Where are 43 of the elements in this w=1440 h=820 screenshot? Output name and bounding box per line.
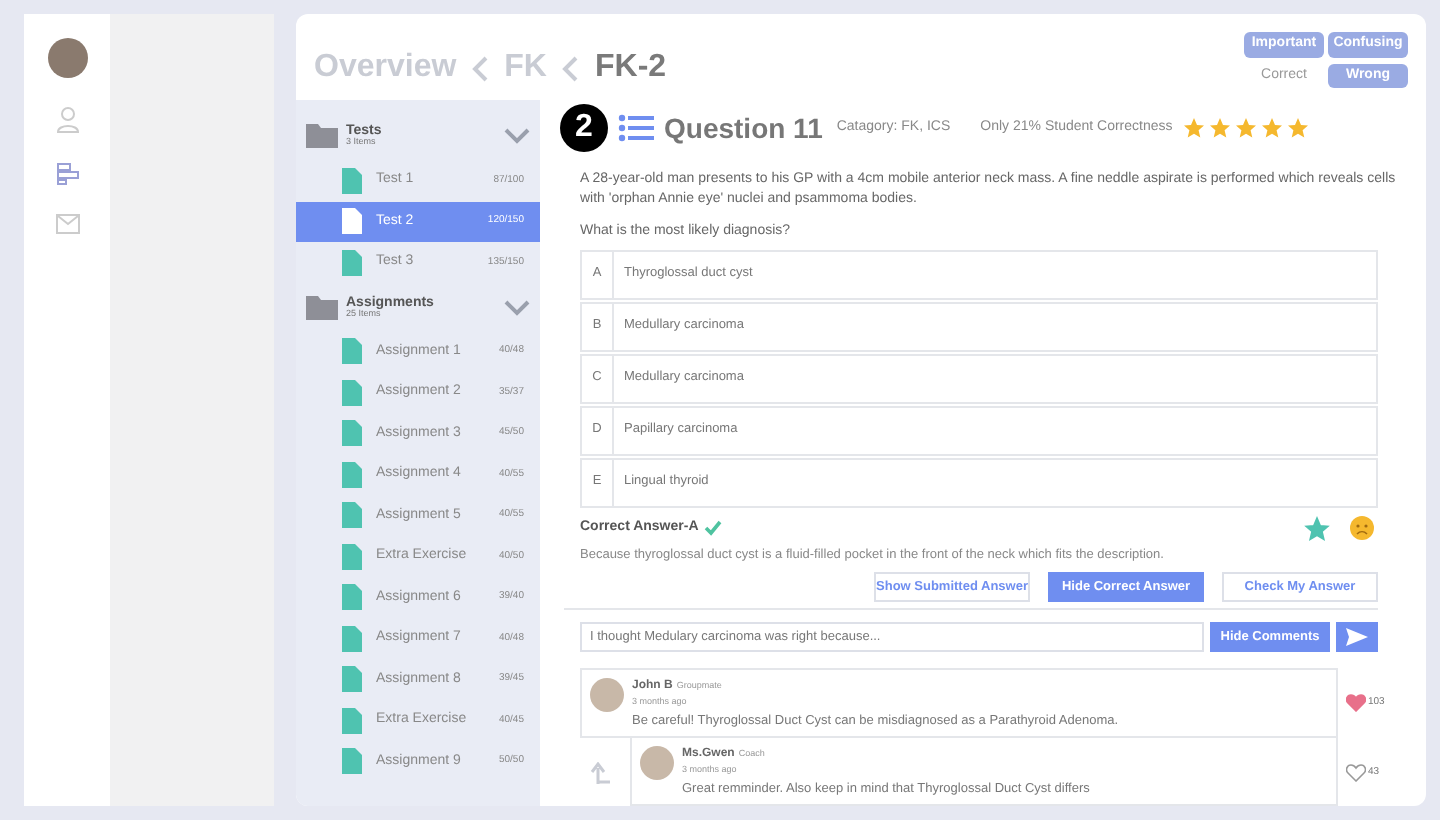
check-icon bbox=[704, 520, 723, 536]
document-icon bbox=[342, 707, 362, 734]
star-icon bbox=[1182, 116, 1207, 140]
document-icon bbox=[342, 543, 362, 570]
chevron-icon[interactable] bbox=[504, 299, 530, 315]
heart-icon[interactable] bbox=[1346, 694, 1366, 713]
sad-face-icon[interactable] bbox=[1350, 516, 1374, 540]
breadcrumb-link[interactable]: FK-2 bbox=[594, 44, 667, 92]
question-title: Question 11 bbox=[664, 109, 823, 148]
chevron-left-icon bbox=[472, 55, 489, 81]
document-icon bbox=[342, 584, 362, 611]
document-icon bbox=[342, 249, 362, 276]
document-icon bbox=[342, 167, 362, 194]
document-icon bbox=[342, 208, 362, 235]
document-icon bbox=[342, 379, 362, 406]
chart-icon[interactable] bbox=[55, 162, 79, 186]
reply-arrow-icon bbox=[590, 761, 610, 784]
send-button[interactable] bbox=[1336, 622, 1378, 653]
person-icon[interactable] bbox=[55, 106, 79, 134]
avatar[interactable] bbox=[47, 38, 87, 78]
list-icon bbox=[618, 114, 654, 142]
document-icon bbox=[342, 666, 362, 693]
step-number-badge: 2 bbox=[560, 104, 608, 152]
star-icon bbox=[1208, 116, 1233, 140]
avatar bbox=[590, 678, 624, 713]
chevron-left-icon bbox=[562, 55, 579, 81]
document-icon bbox=[342, 338, 362, 365]
favorite-star-icon[interactable] bbox=[1304, 515, 1330, 541]
document-icon bbox=[342, 502, 362, 529]
chevron-icon[interactable] bbox=[504, 128, 530, 144]
send-icon bbox=[1346, 628, 1368, 647]
star-icon bbox=[1234, 116, 1259, 140]
document-icon bbox=[342, 461, 362, 488]
folder-icon bbox=[306, 295, 338, 319]
document-icon bbox=[342, 625, 362, 652]
star-icon bbox=[1286, 116, 1311, 140]
document-icon bbox=[342, 420, 362, 447]
document-icon bbox=[342, 748, 362, 775]
avatar bbox=[640, 746, 674, 781]
star-icon bbox=[1260, 116, 1285, 140]
heart-icon[interactable] bbox=[1346, 763, 1366, 782]
folder-icon bbox=[306, 124, 338, 148]
mail-icon[interactable] bbox=[55, 214, 79, 234]
